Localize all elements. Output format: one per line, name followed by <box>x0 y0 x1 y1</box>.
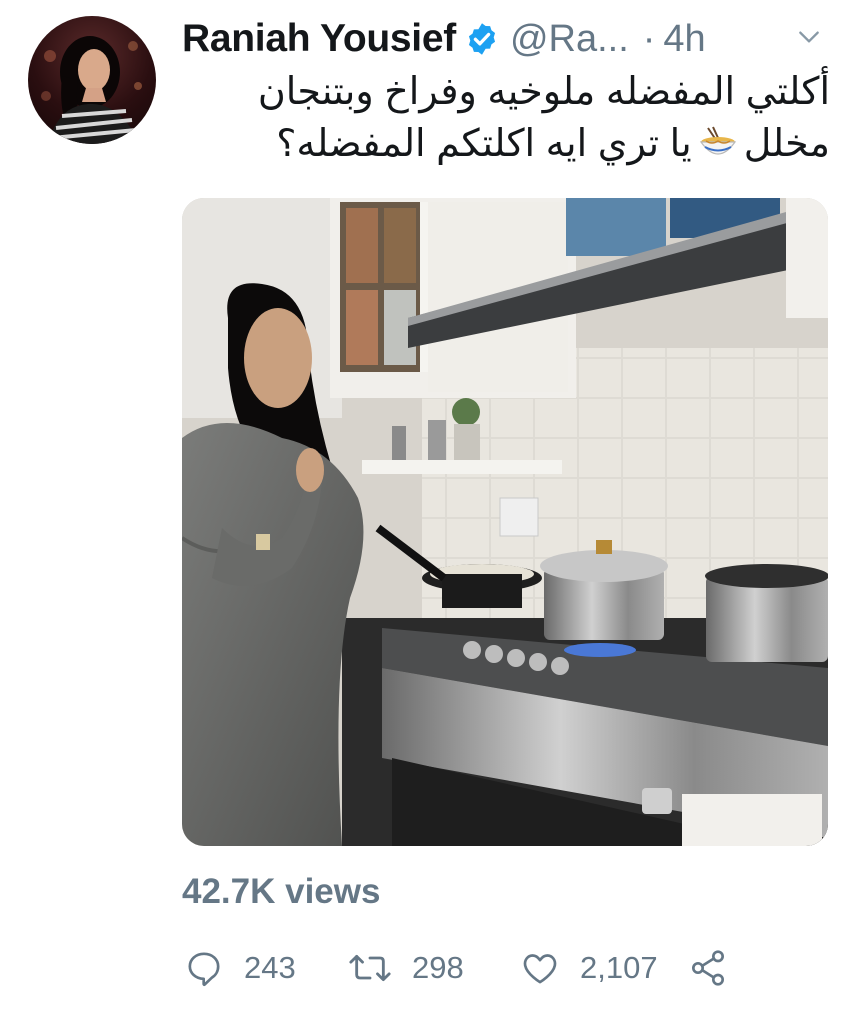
reply-icon <box>188 952 220 987</box>
tweet-actions: 243 298 2,107 <box>184 940 744 996</box>
retweet-icon <box>349 954 391 982</box>
like-count: 2,107 <box>580 950 658 985</box>
retweet-button[interactable]: 298 <box>348 940 464 996</box>
noodle-bowl-emoji-icon <box>699 126 736 155</box>
tweet-text: أكلتي المفضله ملوخيه وفراخ وبتنجان مخلل … <box>182 66 830 170</box>
reply-button[interactable]: 243 <box>184 940 296 996</box>
retweet-count: 298 <box>412 950 464 985</box>
separator-dot: · <box>642 17 656 60</box>
display-name[interactable]: Raniah Yousief <box>182 17 456 61</box>
share-icon <box>692 950 724 986</box>
tweet-text-question: يا تري ايه اكلتكم المفضله؟ <box>276 123 692 165</box>
user-handle[interactable]: @Ra... <box>510 18 629 61</box>
caret-down-icon[interactable] <box>796 24 822 50</box>
reply-count: 243 <box>244 950 296 985</box>
tweet-text-line-2: مخلل يا تري ايه اكلتكم المفضله؟ <box>182 118 830 170</box>
tweet-header: Raniah Yousief @Ra... · 4h <box>182 14 832 64</box>
tweet-text-word: مخلل <box>743 123 830 165</box>
tweet-card[interactable]: Raniah Yousief @Ra... · 4h أكلتي المفضله… <box>0 0 852 1024</box>
like-button[interactable]: 2,107 <box>520 940 658 996</box>
verified-badge-icon <box>468 23 495 55</box>
like-icon <box>523 954 557 984</box>
video-thumbnail[interactable] <box>182 198 828 846</box>
timestamp[interactable]: 4h <box>663 18 705 61</box>
view-count: 42.7K views <box>182 872 381 911</box>
share-button[interactable] <box>688 940 728 996</box>
tweet-text-line-1: أكلتي المفضله ملوخيه وفراخ وبتنجان <box>257 71 830 113</box>
profile-avatar[interactable] <box>28 16 156 144</box>
